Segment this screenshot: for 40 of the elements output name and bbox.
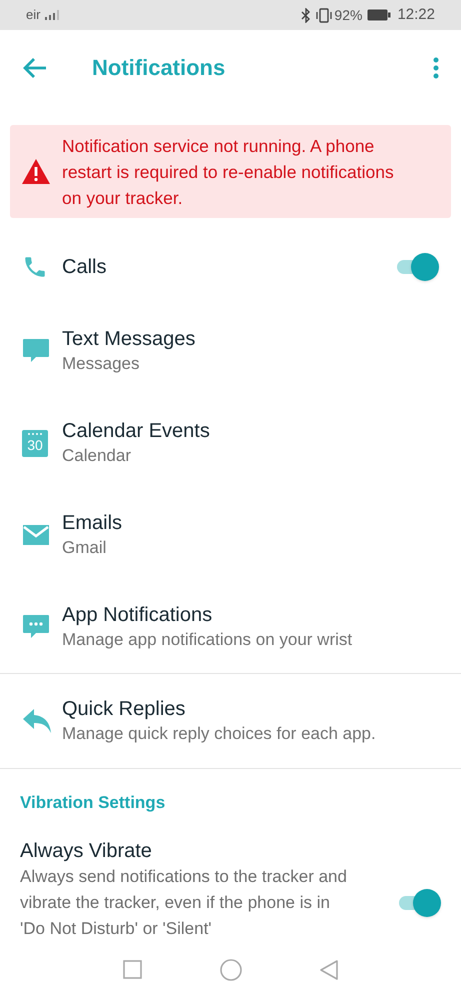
more-options-icon[interactable] — [433, 56, 439, 78]
settings-row[interactable]: Calls — [0, 229, 461, 305]
alert-message: Notification service not running. A phone restart is required to re-enable notifications on your tracker. — [62, 134, 395, 210]
chat-bubble-icon — [22, 338, 50, 364]
back-icon[interactable] — [320, 960, 338, 980]
bluetooth-icon — [301, 8, 312, 22]
vibrate-icon — [315, 8, 334, 22]
warning-icon — [21, 158, 51, 185]
row-title: Calendar Events — [62, 419, 211, 444]
setting-description: Always send notifications to the tracker and vibrate the tracker, even if the phone is in 'Do Not Disturb' or 'Silent' — [20, 866, 348, 940]
battery-percent: 92% — [334, 6, 362, 24]
toggle-switch[interactable] — [395, 253, 439, 281]
settings-row[interactable]: Quick Replies Manage quick reply choices for each app. — [0, 673, 461, 768]
reply-icon — [22, 707, 52, 735]
calendar-icon: 30 — [22, 430, 48, 456]
row-subtitle: Manage quick reply choices for each app. — [62, 723, 377, 745]
row-title: Text Messages — [62, 327, 196, 352]
row-subtitle: Manage app notifications on your wrist — [62, 629, 354, 651]
settings-row[interactable]: Emails Gmail — [0, 489, 461, 581]
setting-title: Always Vibrate — [20, 839, 153, 864]
row-title: App Notifications — [62, 603, 214, 628]
row-title: Quick Replies — [62, 697, 186, 722]
section-heading: Vibration Settings — [20, 792, 166, 814]
clock-time: 12:22 — [397, 4, 435, 25]
row-subtitle: Calendar — [62, 445, 132, 467]
toggle-switch[interactable] — [397, 889, 441, 917]
row-subtitle: Gmail — [62, 537, 108, 559]
chat-dots-icon — [22, 614, 50, 640]
row-subtitle: Messages — [62, 353, 140, 375]
home-icon[interactable] — [220, 958, 242, 980]
battery-icon — [367, 9, 392, 21]
settings-row[interactable]: Text Messages Messages — [0, 305, 461, 397]
settings-row[interactable]: App Notifications Manage app notifications on your wrist — [0, 581, 461, 673]
screen-title: Notifications — [92, 54, 226, 82]
row-title: Emails — [62, 511, 124, 536]
row-title: Calls — [62, 255, 108, 280]
recent-apps-icon[interactable] — [123, 960, 142, 979]
carrier-label: eir — [26, 6, 40, 24]
back-arrow-icon[interactable] — [22, 56, 48, 78]
envelope-icon — [22, 524, 50, 546]
